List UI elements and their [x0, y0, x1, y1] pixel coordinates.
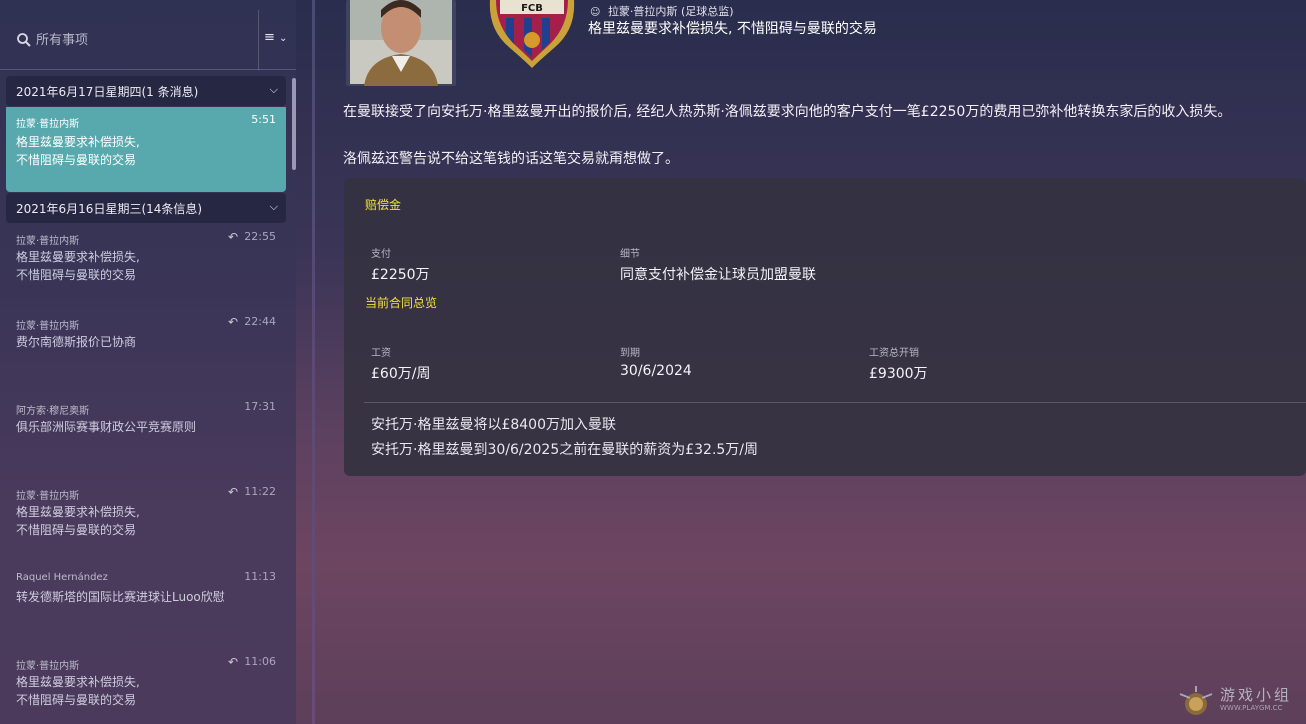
message-subject-line: 不惜阻碍与曼联的交易 [16, 693, 137, 707]
watermark-logo-icon [1179, 686, 1213, 715]
search-input[interactable] [36, 28, 236, 52]
expiry-value: 30/6/2024 [620, 363, 692, 379]
chevron-down-icon: ⌵ [269, 200, 278, 213]
message-time: 11:06 [244, 655, 276, 668]
wage-label: 工资 [371, 348, 391, 359]
message-subject-line: 不惜阻碍与曼联的交易 [16, 268, 137, 282]
message-body-paragraph: 洛佩兹还警告说不给这笔钱的话这笔交易就甭想做了。 [343, 151, 679, 167]
message-time: 11:13 [244, 570, 276, 583]
message-sender: 拉蒙·普拉内斯 [16, 491, 80, 502]
detail-value: 同意支付补偿金让球员加盟曼联 [620, 267, 816, 283]
sender-portrait-image [350, 0, 452, 86]
message-sender: 拉蒙·普拉内斯 [16, 119, 80, 130]
replied-icon: ↶ [227, 315, 238, 329]
pay-value: £2250万 [371, 267, 430, 283]
message-item[interactable]: 拉蒙·普拉内斯 ↶ 22:55 格里兹曼要求补偿损失, 不惜阻碍与曼联的交易 [6, 230, 286, 312]
wage-value: £60万/周 [371, 366, 431, 382]
message-sender: 阿方索·穆尼奥斯 [16, 406, 90, 417]
message-sender: 拉蒙·普拉内斯 [16, 236, 80, 247]
message-subject-line: 不惜阻碍与曼联的交易 [16, 153, 137, 167]
message-sender: Raquel Hernández [16, 572, 108, 583]
sender-avatar[interactable] [346, 0, 456, 86]
person-icon: ☺ [590, 7, 601, 18]
compensation-card: 赔偿金 支付 £2250万 细节 同意支付补偿金让球员加盟曼联 当前合同总览 工… [344, 178, 1306, 476]
message-subject-line: 俱乐部洲际赛事财政公平竞赛原则 [16, 420, 197, 434]
total-wage-value: £9300万 [869, 366, 928, 382]
inbox-sidebar: ≡ ⌄ 2021年6月17日星期四(1 条消息) ⌵ 拉蒙·普拉内斯 5:51 … [0, 0, 296, 724]
message-subject: 费尔南德斯报价已协商 [16, 333, 266, 351]
card-divider [364, 402, 1306, 403]
compensation-title: 赔偿金 [365, 198, 402, 212]
message-subject-line: 费尔南德斯报价已协商 [16, 335, 137, 349]
date-group-header[interactable]: 2021年6月17日星期四(1 条消息) ⌵ [6, 76, 286, 106]
message-subject-line: 格里兹曼要求补偿损失, [16, 505, 140, 519]
message-item[interactable]: 拉蒙·普拉内斯 ↶ 11:06 格里兹曼要求补偿损失, 不惜阻碍与曼联的交易 [6, 655, 286, 724]
transfer-note: 安托万·格里兹曼将以£8400万加入曼联 [371, 417, 616, 433]
message-headline: 格里兹曼要求补偿损失, 不惜阻碍与曼联的交易 [588, 21, 877, 37]
message-subject: 格里兹曼要求补偿损失, 不惜阻碍与曼联的交易 [16, 503, 266, 539]
message-subject-line: 不惜阻碍与曼联的交易 [16, 523, 137, 537]
message-item[interactable]: Raquel Hernández 11:13 转发德斯塔的国际比赛进球让Luoo… [6, 570, 286, 652]
contract-title: 当前合同总览 [365, 296, 438, 310]
total-wage-label: 工资总开销 [869, 348, 919, 359]
message-item[interactable]: 阿方索·穆尼奥斯 17:31 俱乐部洲际赛事财政公平竞赛原则 [6, 400, 286, 482]
message-subject: 俱乐部洲际赛事财政公平竞赛原则 [16, 418, 266, 436]
message-body-paragraph: 在曼联接受了向安托万·格里兹曼开出的报价后, 经纪人热苏斯·洛佩兹要求向他的客户… [343, 104, 1232, 120]
message-item[interactable]: 拉蒙·普拉内斯 ↶ 22:44 费尔南德斯报价已协商 [6, 315, 286, 397]
detail-label: 细节 [620, 249, 640, 260]
search-bar: ≡ ⌄ [0, 10, 296, 70]
message-time: 22:44 [244, 315, 276, 328]
message-subject: 格里兹曼要求补偿损失, 不惜阻碍与曼联的交易 [16, 248, 266, 284]
sender-line: ☺ 拉蒙·普拉内斯 (足球总监) [590, 3, 734, 19]
pay-label: 支付 [371, 249, 391, 260]
message-item[interactable]: 拉蒙·普拉内斯 ↶ 11:22 格里兹曼要求补偿损失, 不惜阻碍与曼联的交易 [6, 485, 286, 567]
message-subject: 转发德斯塔的国际比赛进球让Luoo欣慰 [16, 588, 266, 606]
sender-role: (足球总监) [680, 5, 734, 18]
message-subject: 格里兹曼要求补偿损失, 不惜阻碍与曼联的交易 [16, 673, 266, 709]
message-subject-line: 格里兹曼要求补偿损失, [16, 135, 140, 149]
crest-lettering: FCB [521, 3, 543, 14]
watermark-url: WWW.PLAYGM.CC [1220, 704, 1283, 712]
club-crest-icon: FCB [489, 0, 575, 68]
panel-divider [312, 0, 315, 724]
replied-icon: ↶ [227, 485, 238, 499]
watermark-title: 游戏小组 [1220, 686, 1293, 704]
message-subject-line: 格里兹曼要求补偿损失, [16, 675, 140, 689]
search-divider [258, 10, 259, 70]
message-time: 22:55 [244, 230, 276, 243]
list-filter-icon: ≡ [264, 30, 275, 45]
message-subject-line: 转发德斯塔的国际比赛进球让Luoo欣慰 [16, 590, 225, 604]
date-group-header[interactable]: 2021年6月16日星期三(14条信息) ⌵ [6, 193, 286, 223]
message-subject-line: 格里兹曼要求补偿损失, [16, 250, 140, 264]
chevron-down-icon: ⌄ [279, 33, 288, 44]
date-group-label: 2021年6月17日星期四(1 条消息) [16, 85, 199, 99]
replied-icon: ↶ [227, 655, 238, 669]
message-sender: 拉蒙·普拉内斯 [16, 321, 80, 332]
sidebar-scrollbar[interactable] [292, 78, 296, 170]
expiry-label: 到期 [620, 348, 640, 359]
replied-icon: ↶ [227, 230, 238, 244]
sender-name[interactable]: 拉蒙·普拉内斯 [608, 5, 678, 18]
message-time: 17:31 [244, 400, 276, 413]
salary-note: 安托万·格里兹曼到30/6/2025之前在曼联的薪资为£32.5万/周 [371, 442, 759, 458]
message-subject: 格里兹曼要求补偿损失, 不惜阻碍与曼联的交易 [16, 133, 266, 169]
watermark: 游戏小组 WWW.PLAYGM.CC [1176, 684, 1302, 718]
chevron-down-icon: ⌵ [269, 83, 278, 96]
date-group-label: 2021年6月16日星期三(14条信息) [16, 202, 203, 216]
message-item-selected[interactable]: 拉蒙·普拉内斯 5:51 格里兹曼要求补偿损失, 不惜阻碍与曼联的交易 [6, 107, 286, 192]
search-icon[interactable] [16, 32, 32, 48]
message-time: 11:22 [244, 485, 276, 498]
filter-menu-button[interactable]: ≡ ⌄ [264, 30, 292, 50]
message-sender: 拉蒙·普拉内斯 [16, 661, 80, 672]
message-time: 5:51 [251, 113, 276, 126]
